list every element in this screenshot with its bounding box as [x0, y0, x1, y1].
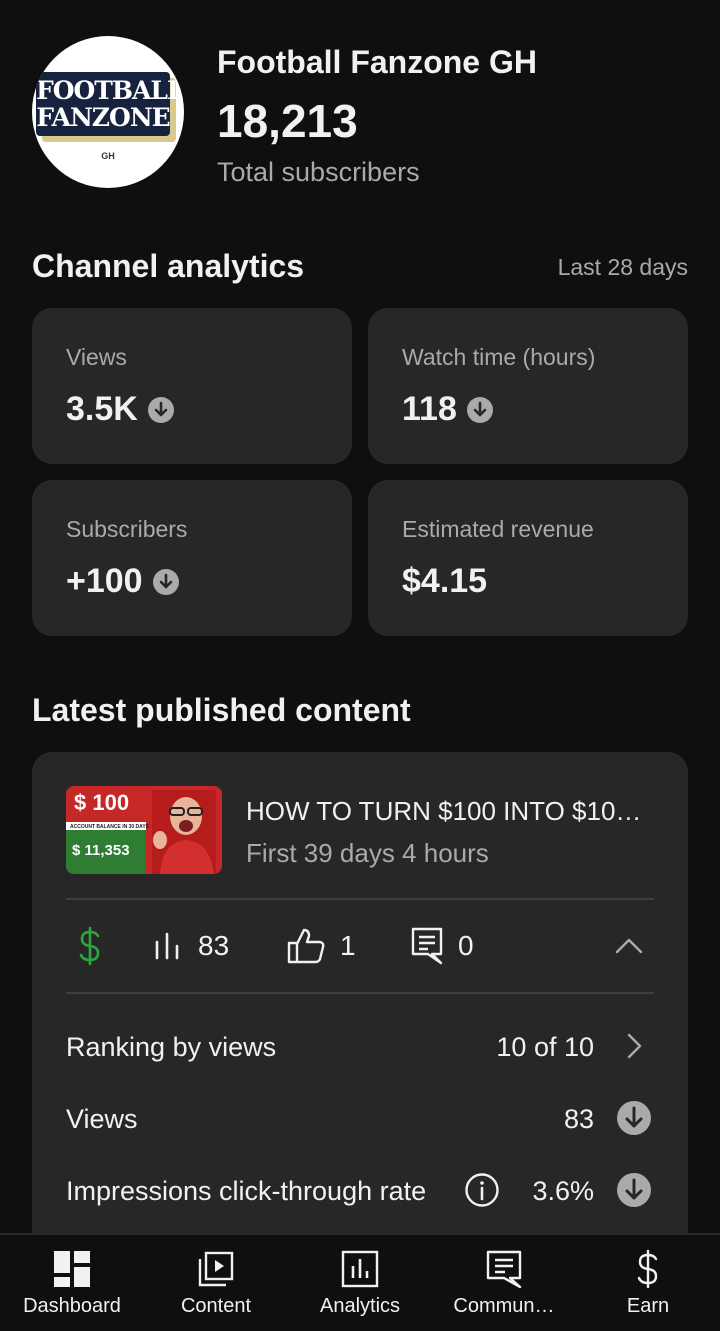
- logo-line-2: FANZONE: [36, 103, 170, 132]
- dollar-icon: [79, 926, 100, 966]
- info-icon[interactable]: [464, 1172, 500, 1208]
- metric-value-wrap: +100: [66, 562, 179, 601]
- collapse-button[interactable]: [614, 900, 644, 992]
- dashboard-icon: [54, 1251, 90, 1287]
- row-value: 3.6%: [532, 1176, 594, 1206]
- nav-label: Dashboard: [23, 1295, 121, 1317]
- subscriber-label: Total subscribers: [217, 157, 420, 187]
- latest-content-card: $ 100 ACCOUNT BALANCE IN 30 DAYS $ 11,35…: [32, 752, 688, 1272]
- content-icon: [198, 1251, 234, 1287]
- metric-value: $4.15: [402, 562, 488, 600]
- likes-stat[interactable]: 1: [286, 900, 356, 992]
- views-stat[interactable]: 83: [152, 900, 229, 992]
- thumbnail-text-middle: ACCOUNT BALANCE IN 30 DAYS: [70, 824, 149, 830]
- video-title[interactable]: HOW TO TURN $100 INTO $10…: [246, 796, 641, 827]
- nav-content[interactable]: Content: [144, 1235, 288, 1331]
- down-arrow-circle-icon: [617, 1101, 651, 1135]
- thumbnail-text-bottom: $ 11,353: [72, 842, 130, 859]
- nav-analytics[interactable]: Analytics: [288, 1235, 432, 1331]
- metric-card-revenue[interactable]: Estimated revenue $4.15: [368, 480, 688, 636]
- nav-earn[interactable]: Earn: [576, 1235, 720, 1331]
- metric-label: Views: [66, 344, 127, 370]
- metric-label: Subscribers: [66, 516, 188, 542]
- ctr-row[interactable]: Impressions click-through rate 3.6%: [66, 1166, 654, 1218]
- logo-line-3: GH: [101, 151, 115, 161]
- row-value: 10 of 10: [496, 1032, 594, 1062]
- views-count: 83: [198, 930, 230, 961]
- row-label: Views: [66, 1104, 138, 1134]
- views-row[interactable]: Views 83: [66, 1094, 654, 1146]
- nav-dashboard[interactable]: Dashboard: [0, 1235, 144, 1331]
- metric-value-wrap: $4.15: [402, 562, 487, 601]
- metric-card-subscribers[interactable]: Subscribers +100: [32, 480, 352, 636]
- comments-count: 0: [458, 930, 474, 961]
- channel-analytics-title: Channel analytics: [32, 248, 305, 284]
- metric-label: Watch time (hours): [402, 344, 596, 370]
- metric-value: 3.5K: [66, 390, 138, 428]
- metric-value-wrap: 118: [402, 390, 493, 429]
- earn-icon: [637, 1249, 658, 1289]
- ranking-row[interactable]: Ranking by views 10 of 10: [66, 1022, 654, 1074]
- comment-icon: [411, 927, 443, 965]
- video-stats-row: 83 1 0: [66, 900, 654, 992]
- comments-stat[interactable]: 0: [410, 900, 474, 992]
- trend-down-icon: [152, 568, 179, 595]
- metric-card-watch-time[interactable]: Watch time (hours) 118: [368, 308, 688, 464]
- metric-label: Estimated revenue: [402, 516, 594, 542]
- community-icon: [486, 1250, 522, 1289]
- thumbs-up-icon: [287, 928, 325, 964]
- nav-label: Content: [180, 1295, 252, 1317]
- chevron-up-icon: [615, 938, 643, 954]
- subscriber-count: 18,213: [217, 95, 358, 147]
- bottom-navigation: Dashboard Content Analytics Commun… Earn: [0, 1233, 720, 1331]
- chevron-right-icon: [627, 1033, 642, 1059]
- channel-avatar[interactable]: FOOTBALL FANZONE GH: [32, 36, 184, 188]
- video-thumbnail[interactable]: $ 100 ACCOUNT BALANCE IN 30 DAYS $ 11,35…: [66, 786, 222, 874]
- analytics-period: Last 28 days: [557, 254, 688, 280]
- analytics-icon: [341, 1250, 379, 1288]
- metric-value: 118: [402, 390, 457, 428]
- down-arrow-circle-icon: [617, 1173, 651, 1207]
- trend-down-icon: [147, 396, 174, 423]
- nav-label: Earn: [626, 1295, 670, 1317]
- metric-card-views[interactable]: Views 3.5K: [32, 308, 352, 464]
- logo-line-1: FOOTBALL: [36, 76, 184, 105]
- metric-value: +100: [66, 562, 143, 600]
- thumbnail-text-top: $ 100: [74, 790, 130, 815]
- row-label: Ranking by views: [66, 1032, 277, 1062]
- bar-chart-icon: [155, 932, 179, 960]
- nav-community[interactable]: Commun…: [432, 1235, 576, 1331]
- channel-logo: FOOTBALL FANZONE: [36, 72, 184, 136]
- row-value: 83: [563, 1104, 594, 1134]
- latest-content-title: Latest published content: [32, 692, 411, 728]
- thumbnail-person-image: [152, 790, 216, 874]
- revenue-stat[interactable]: [76, 900, 104, 992]
- trend-down-icon: [466, 396, 493, 423]
- divider: [66, 992, 654, 994]
- row-label: Impressions click-through rate: [66, 1176, 427, 1206]
- nav-label: Analytics: [319, 1295, 401, 1317]
- metric-value-wrap: 3.5K: [66, 390, 174, 429]
- likes-count: 1: [340, 930, 356, 961]
- channel-name: Football Fanzone GH: [217, 44, 537, 80]
- video-subtitle: First 39 days 4 hours: [246, 838, 489, 868]
- nav-label: Commun…: [453, 1295, 555, 1317]
